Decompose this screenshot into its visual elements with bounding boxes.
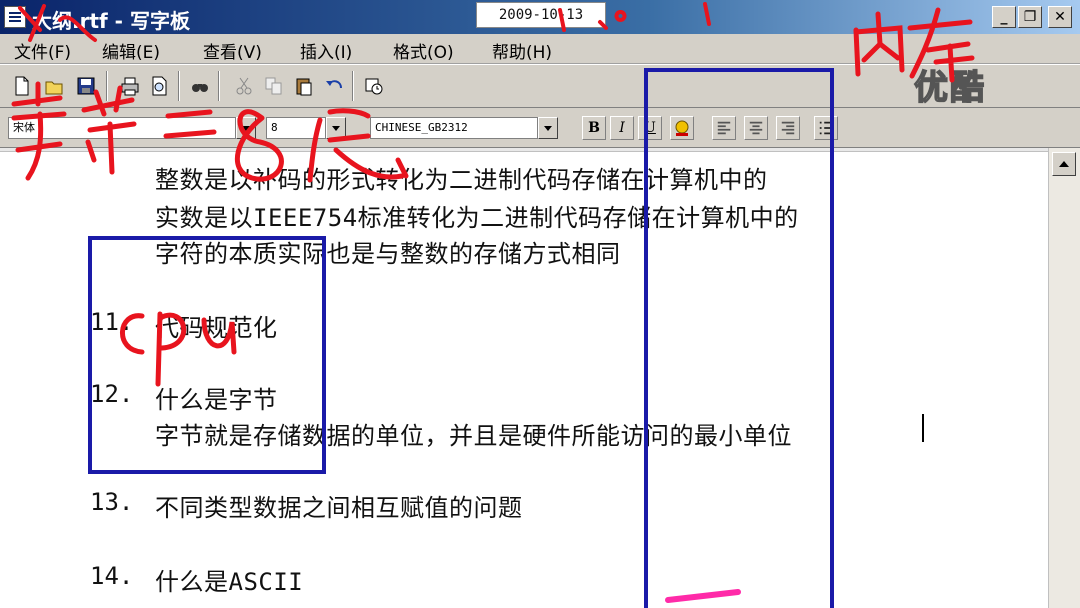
menu-insert[interactable]: 插入(I) <box>300 38 352 63</box>
font-size-dropdown-icon[interactable] <box>326 117 346 139</box>
font-name-dropdown-icon[interactable] <box>236 117 256 139</box>
script-dropdown-icon[interactable] <box>538 117 558 139</box>
doc-line-integer: 整数是以补码的形式转化为二进制代码存储在计算机中的 <box>155 166 768 194</box>
italic-button[interactable]: I <box>610 116 634 140</box>
item-text-13: 不同类型数据之间相互赋值的问题 <box>155 494 523 522</box>
item-text-12: 什么是字节 <box>155 386 278 414</box>
copy-icon[interactable] <box>262 73 286 99</box>
toolbar-separator <box>218 71 220 101</box>
paste-icon[interactable] <box>292 73 316 99</box>
item-number-12: 12. <box>90 380 134 408</box>
menu-edit[interactable]: 编辑(E) <box>102 38 160 63</box>
find-icon[interactable] <box>188 73 212 99</box>
align-left-icon[interactable] <box>712 116 736 140</box>
cut-icon[interactable] <box>232 73 256 99</box>
window-title: 大纲.rtf - 写字板 <box>32 9 190 33</box>
toolbar-separator <box>178 71 180 101</box>
underline-button[interactable]: U <box>638 116 662 140</box>
font-size-combo[interactable]: 8 <box>266 117 326 139</box>
bold-button[interactable]: B <box>582 116 606 140</box>
script-combo[interactable]: CHINESE_GB2312 <box>370 117 538 139</box>
title-bar: 大纲.rtf - 写字板 2009-10-13 _ ❐ ✕ <box>0 0 1080 34</box>
save-icon[interactable] <box>74 73 98 99</box>
item-text-14: 什么是ASCII <box>155 568 304 596</box>
item-number-14: 14. <box>90 562 134 590</box>
align-center-icon[interactable] <box>744 116 768 140</box>
doc-line-char: 字符的本质实际也是与整数的存储方式相同 <box>155 240 621 268</box>
restore-button[interactable]: ❐ <box>1018 6 1042 28</box>
text-caret <box>922 414 924 442</box>
item-detail-12: 字节就是存储数据的单位，并且是硬件所能访问的最小单位 <box>155 422 792 450</box>
toolbar-separator <box>106 71 108 101</box>
doc-line-real: 实数是以IEEE754标准转化为二进制代码存储在计算机中的 <box>155 204 799 232</box>
menu-file[interactable]: 文件(F) <box>14 38 71 63</box>
minimize-button[interactable]: _ <box>992 6 1016 28</box>
close-button[interactable]: ✕ <box>1048 6 1072 28</box>
font-name-combo[interactable]: 宋体 <box>8 117 236 139</box>
item-number-13: 13. <box>90 488 134 516</box>
align-right-icon[interactable] <box>776 116 800 140</box>
print-icon[interactable] <box>118 73 142 99</box>
youku-watermark: 优酷 <box>913 67 986 109</box>
menu-view[interactable]: 查看(V) <box>203 38 262 63</box>
new-icon[interactable] <box>10 73 34 99</box>
date-tooltip: 2009-10-13 <box>476 2 606 28</box>
scroll-up-icon[interactable] <box>1052 152 1076 176</box>
document-top-edge <box>0 148 1048 152</box>
undo-icon[interactable] <box>322 73 346 99</box>
bullets-icon[interactable] <box>814 116 838 140</box>
insert-datetime-icon[interactable] <box>362 73 386 99</box>
format-toolbar: 宋体 8 CHINESE_GB2312 B I U <box>0 108 1080 148</box>
wordpad-app-icon[interactable] <box>4 6 26 28</box>
item-text-11: 代码规范化 <box>155 314 278 342</box>
menu-format[interactable]: 格式(O) <box>393 38 454 63</box>
toolbar-separator <box>352 71 354 101</box>
menu-help[interactable]: 帮助(H) <box>492 38 552 63</box>
color-icon[interactable] <box>670 116 694 140</box>
open-icon[interactable] <box>42 73 66 99</box>
item-number-11: 11. <box>90 308 134 336</box>
vertical-scrollbar[interactable] <box>1048 148 1080 608</box>
print-preview-icon[interactable] <box>148 73 172 99</box>
